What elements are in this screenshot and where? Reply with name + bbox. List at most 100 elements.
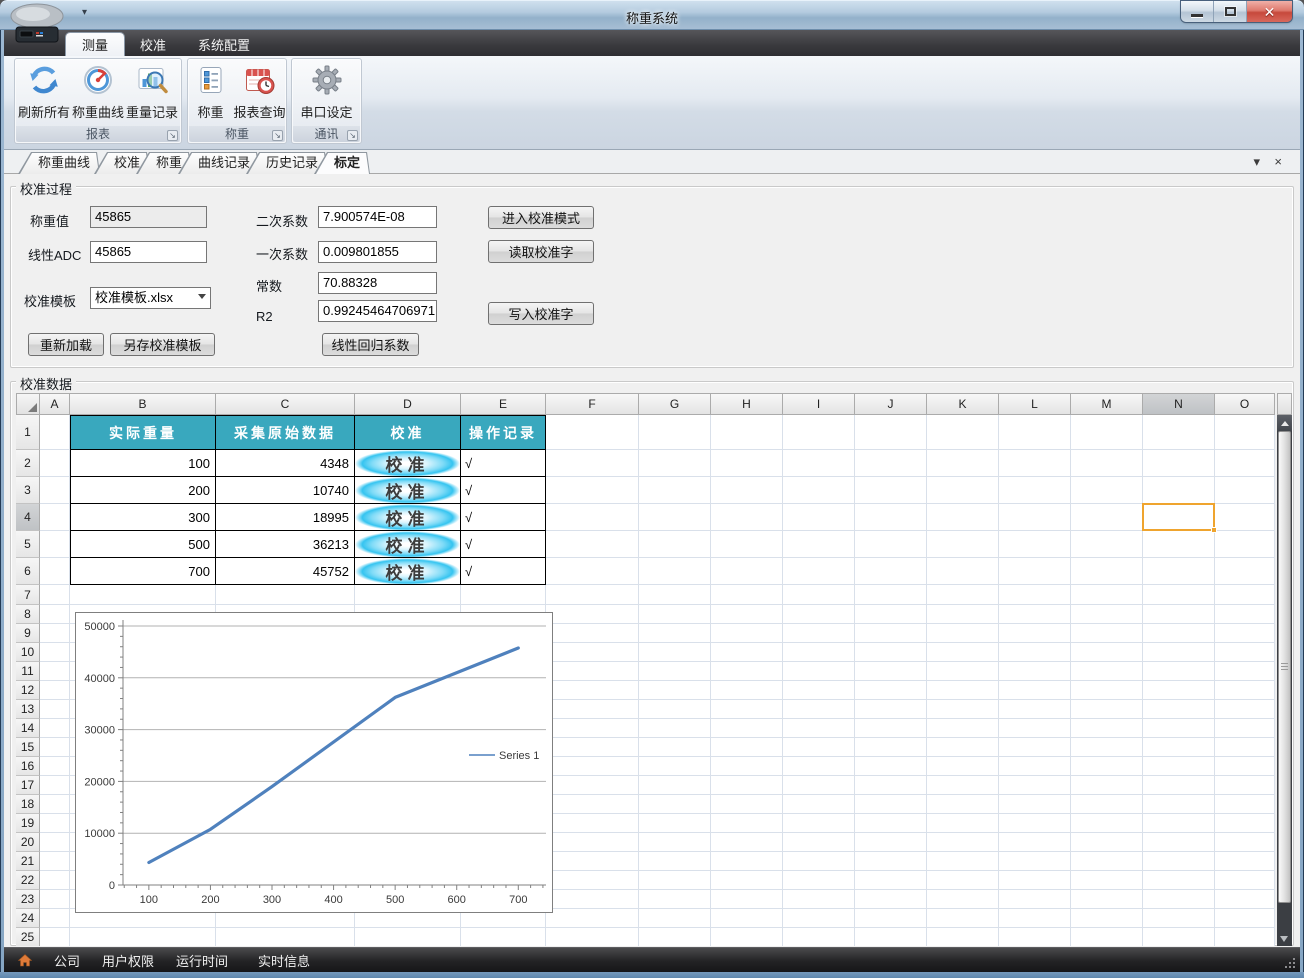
cell-G2[interactable] — [639, 450, 711, 477]
ribbon-tab-system-config[interactable]: 系统配置 — [182, 33, 266, 56]
row-header-25[interactable]: 25 — [16, 928, 40, 946]
row-header-4[interactable]: 4 — [16, 504, 40, 531]
cell-L21[interactable] — [999, 852, 1071, 871]
ribbon-tab-measure[interactable]: 测量 — [66, 33, 125, 56]
cell-N7[interactable] — [1143, 585, 1215, 605]
cell-N5[interactable] — [1143, 531, 1215, 558]
cell-I12[interactable] — [783, 681, 855, 700]
cell-M11[interactable] — [1071, 662, 1143, 681]
cell-F2[interactable] — [546, 450, 639, 477]
cell-L24[interactable] — [999, 909, 1071, 928]
cell-I25[interactable] — [783, 928, 855, 946]
cell-H8[interactable] — [711, 605, 783, 624]
cell-M9[interactable] — [1071, 624, 1143, 643]
dialog-launcher-icon[interactable]: ↘ — [167, 130, 178, 141]
cell-F20[interactable] — [546, 833, 639, 852]
cell-N6[interactable] — [1143, 558, 1215, 585]
cell-E25[interactable] — [461, 928, 546, 946]
row-header-16[interactable]: 16 — [16, 757, 40, 776]
cell-M18[interactable] — [1071, 795, 1143, 814]
cell-M8[interactable] — [1071, 605, 1143, 624]
cell-A4[interactable] — [40, 504, 70, 531]
calibrate-cell-button[interactable]: 校准 — [355, 531, 460, 557]
cell-I8[interactable] — [783, 605, 855, 624]
cell-J16[interactable] — [855, 757, 927, 776]
column-header-N[interactable]: N — [1143, 393, 1215, 415]
cell-G25[interactable] — [639, 928, 711, 946]
cell-M6[interactable] — [1071, 558, 1143, 585]
cell-H5[interactable] — [711, 531, 783, 558]
cell-D1[interactable]: 校准 — [355, 415, 461, 450]
write-calibration-word-button[interactable]: 写入校准字 — [488, 302, 594, 325]
cell-J21[interactable] — [855, 852, 927, 871]
row-header-5[interactable]: 5 — [16, 531, 40, 558]
cell-O1[interactable] — [1215, 415, 1275, 450]
row-header-9[interactable]: 9 — [16, 624, 40, 643]
cell-H23[interactable] — [711, 890, 783, 909]
cell-H6[interactable] — [711, 558, 783, 585]
cell-D7[interactable] — [355, 585, 461, 605]
cell-K22[interactable] — [927, 871, 999, 890]
cell-C3[interactable]: 10740 — [216, 477, 355, 504]
cell-J24[interactable] — [855, 909, 927, 928]
cell-G9[interactable] — [639, 624, 711, 643]
cell-K19[interactable] — [927, 814, 999, 833]
scroll-down-button[interactable] — [1280, 936, 1288, 942]
cell-J4[interactable] — [855, 504, 927, 531]
reload-button[interactable]: 重新加载 — [28, 333, 104, 356]
cell-G19[interactable] — [639, 814, 711, 833]
cell-F3[interactable] — [546, 477, 639, 504]
weighing-curve-button[interactable]: 称重曲线 — [71, 61, 125, 127]
cell-L23[interactable] — [999, 890, 1071, 909]
cell-K11[interactable] — [927, 662, 999, 681]
weight-records-button[interactable]: 重量记录 — [125, 61, 179, 127]
cell-N25[interactable] — [1143, 928, 1215, 946]
cell-J9[interactable] — [855, 624, 927, 643]
selected-cell-N4[interactable] — [1142, 503, 1217, 533]
calibrate-cell-button[interactable]: 校准 — [355, 504, 460, 530]
cell-L6[interactable] — [999, 558, 1071, 585]
cell-G8[interactable] — [639, 605, 711, 624]
cell-F24[interactable] — [546, 909, 639, 928]
cell-J2[interactable] — [855, 450, 927, 477]
cell-F7[interactable] — [546, 585, 639, 605]
refresh-all-button[interactable]: 刷新所有 — [17, 61, 71, 127]
cell-L12[interactable] — [999, 681, 1071, 700]
cell-A7[interactable] — [40, 585, 70, 605]
cell-G6[interactable] — [639, 558, 711, 585]
cell-L25[interactable] — [999, 928, 1071, 946]
cell-F21[interactable] — [546, 852, 639, 871]
cell-F12[interactable] — [546, 681, 639, 700]
tab-scaling[interactable]: 标定 — [314, 152, 370, 174]
cell-I21[interactable] — [783, 852, 855, 871]
column-header-K[interactable]: K — [927, 393, 999, 415]
cell-F18[interactable] — [546, 795, 639, 814]
cell-K20[interactable] — [927, 833, 999, 852]
cell-A23[interactable] — [40, 890, 70, 909]
cell-O3[interactable] — [1215, 477, 1275, 504]
cell-D4[interactable]: 校准 — [355, 504, 461, 531]
cell-J18[interactable] — [855, 795, 927, 814]
cell-A1[interactable] — [40, 415, 70, 450]
cell-O19[interactable] — [1215, 814, 1275, 833]
cell-H7[interactable] — [711, 585, 783, 605]
cell-F4[interactable] — [546, 504, 639, 531]
cell-B3[interactable]: 200 — [70, 477, 216, 504]
cell-F23[interactable] — [546, 890, 639, 909]
cell-G1[interactable] — [639, 415, 711, 450]
cell-O13[interactable] — [1215, 700, 1275, 719]
cell-A22[interactable] — [40, 871, 70, 890]
cell-N11[interactable] — [1143, 662, 1215, 681]
row-header-12[interactable]: 12 — [16, 681, 40, 700]
cell-B1[interactable]: 实际重量 — [70, 415, 216, 450]
cell-G24[interactable] — [639, 909, 711, 928]
cell-E1[interactable]: 操作记录 — [461, 415, 546, 450]
cell-D2[interactable]: 校准 — [355, 450, 461, 477]
fill-handle[interactable] — [1211, 527, 1217, 533]
cell-F16[interactable] — [546, 757, 639, 776]
cell-F11[interactable] — [546, 662, 639, 681]
cell-N8[interactable] — [1143, 605, 1215, 624]
cell-J22[interactable] — [855, 871, 927, 890]
cell-M15[interactable] — [1071, 738, 1143, 757]
cell-O14[interactable] — [1215, 719, 1275, 738]
